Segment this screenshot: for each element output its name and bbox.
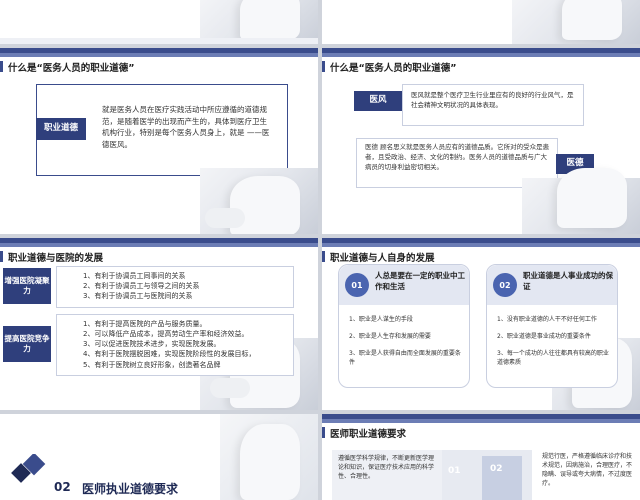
yide-text: 医德 顾名思义就是医务人员应有的道德品质。它所对的受众是患者，且受政治、经济、文… — [365, 143, 550, 171]
label-zhiye-daode: 职业道德 — [36, 118, 86, 140]
list-item: 1、有利于协调员工同事间的关系 — [83, 272, 186, 280]
ningjuli-box: 1、有利于协调员工同事间的关系 2、有利于协调员工与领导之间的关系 3、有利于协… — [56, 266, 294, 308]
list-item: 1、职业是人谋生的手段 — [349, 316, 413, 323]
number-badge: 02 — [493, 273, 517, 297]
slide-3[interactable]: 什么是“医务人员的职业道德” 职业道德 就是医务人员在医疗实践活动中所应遵循的道… — [0, 48, 318, 234]
list-item: 3、职业是人获得自由而全面发展的重要条件 — [349, 350, 461, 366]
card-heading: 职业道德是人事业成功的保证 — [523, 271, 613, 291]
doctor-photo — [512, 0, 640, 44]
doctor-photo — [220, 414, 318, 500]
slide-title: 医师职业道德要求 — [322, 426, 406, 440]
card-heading: 人总是要在一定的职业中工作和生活 — [375, 271, 465, 291]
list-item: 4、有利于医院摆脱困难，实现医院阶段性的发展目标， — [83, 350, 256, 359]
yifeng-box: 医风就是整个医疗卫生行业里应有的良好的行业风气，是社会精神文明状况的具体表现。 — [402, 84, 584, 126]
slide-8[interactable]: 医师职业道德要求 遵循医学科学规律，不断更新医学理论和知识，保证医疗技术应用的科… — [322, 414, 640, 500]
jingzhengli-box: 1、有利于提高医院的产品与服务质量。 2、可以降低产品成本，提高劳动生产率和经济… — [56, 314, 294, 376]
list-item: 2、有利于协调员工与领导之间的关系 — [83, 282, 200, 291]
left-text-box: 遵循医学科学规律，不断更新医学理论和知识，保证医疗技术应用的科学性、合理性。 — [332, 450, 442, 500]
number-graphic: 01 02 — [442, 450, 532, 500]
left-text: 遵循医学科学规律，不断更新医学理论和知识，保证医疗技术应用的科学性、合理性。 — [338, 455, 435, 480]
doctor-photo — [522, 168, 640, 234]
number-02: 02 — [490, 464, 503, 474]
yifeng-text: 医风就是整个医疗卫生行业里应有的良好的行业风气，是社会精神文明状况的具体表现。 — [411, 91, 574, 109]
list-item: 3、每一个成功的人往往都具有较高的职业道德素质 — [497, 350, 609, 366]
list-item: 2、可以降低产品成本，提高劳动生产率和经济效益。 — [83, 330, 249, 339]
slide-title: 什么是“医务人员的职业道德” — [0, 60, 135, 74]
slide-title: 什么是“医务人员的职业道德” — [322, 60, 457, 74]
card-2: 02 职业道德是人事业成功的保证 1、没有职业道德的人干不好任何工作 2、职业道… — [486, 264, 618, 388]
right-text: 规范行医，严格遵循临床诊疗和技术规范，因病施治，合理医疗，不隐瞒、误导或夸大病情… — [542, 453, 633, 487]
label-jingzhengli: 提高医院竞争力 — [3, 326, 51, 362]
card-1: 01 人总是要在一定的职业中工作和生活 1、职业是人谋生的手段 2、职业是人生存… — [338, 264, 470, 388]
slide-title: 职业道德与人自身的发展 — [322, 250, 435, 264]
slide-4[interactable]: 什么是“医务人员的职业道德” 医风 医风就是整个医疗卫生行业里应有的良好的行业风… — [322, 48, 640, 234]
slide-6[interactable]: 职业道德与人自身的发展 01 人总是要在一定的职业中工作和生活 1、职业是人谋生… — [322, 238, 640, 410]
definition-text: 就是医务人员在医疗实践活动中所应遵循的道德规范，是随着医学的出现而产生的，具体到… — [102, 105, 270, 149]
diamond-deco-icon — [11, 454, 46, 483]
list-item: 3、可以促进医院技术进步，实现医院发展。 — [83, 340, 221, 349]
label-ningjuli: 增强医院凝聚力 — [3, 268, 51, 304]
doctor-photo — [200, 168, 318, 234]
slide-2[interactable] — [322, 0, 640, 44]
slide-1[interactable] — [0, 0, 318, 44]
list-item: 2、职业道德是事业成功的重要条件 — [497, 333, 591, 340]
slide-5[interactable]: 职业道德与医院的发展 增强医院凝聚力 1、有利于协调员工同事间的关系 2、有利于… — [0, 238, 318, 410]
number-01: 01 — [448, 466, 461, 476]
label-yifeng: 医风 — [354, 91, 402, 111]
list-item: 5、有利于医院树立良好形象，创造著名品牌 — [83, 360, 221, 369]
list-item: 1、有利于提高医院的产品与服务质量。 — [83, 320, 207, 328]
list-item: 2、职业是人生存和发展的需要 — [349, 333, 431, 340]
number-badge: 01 — [345, 273, 369, 297]
section-number: 02 — [54, 480, 71, 494]
section-title: 医师执业道德要求 — [82, 482, 179, 496]
list-item: 1、没有职业道德的人干不好任何工作 — [497, 316, 597, 323]
slide-title: 职业道德与医院的发展 — [0, 250, 103, 264]
slide-7[interactable]: 02 医师执业道德要求 — [0, 414, 318, 500]
list-item: 3、有利于协调员工与医院间的关系 — [83, 292, 193, 301]
